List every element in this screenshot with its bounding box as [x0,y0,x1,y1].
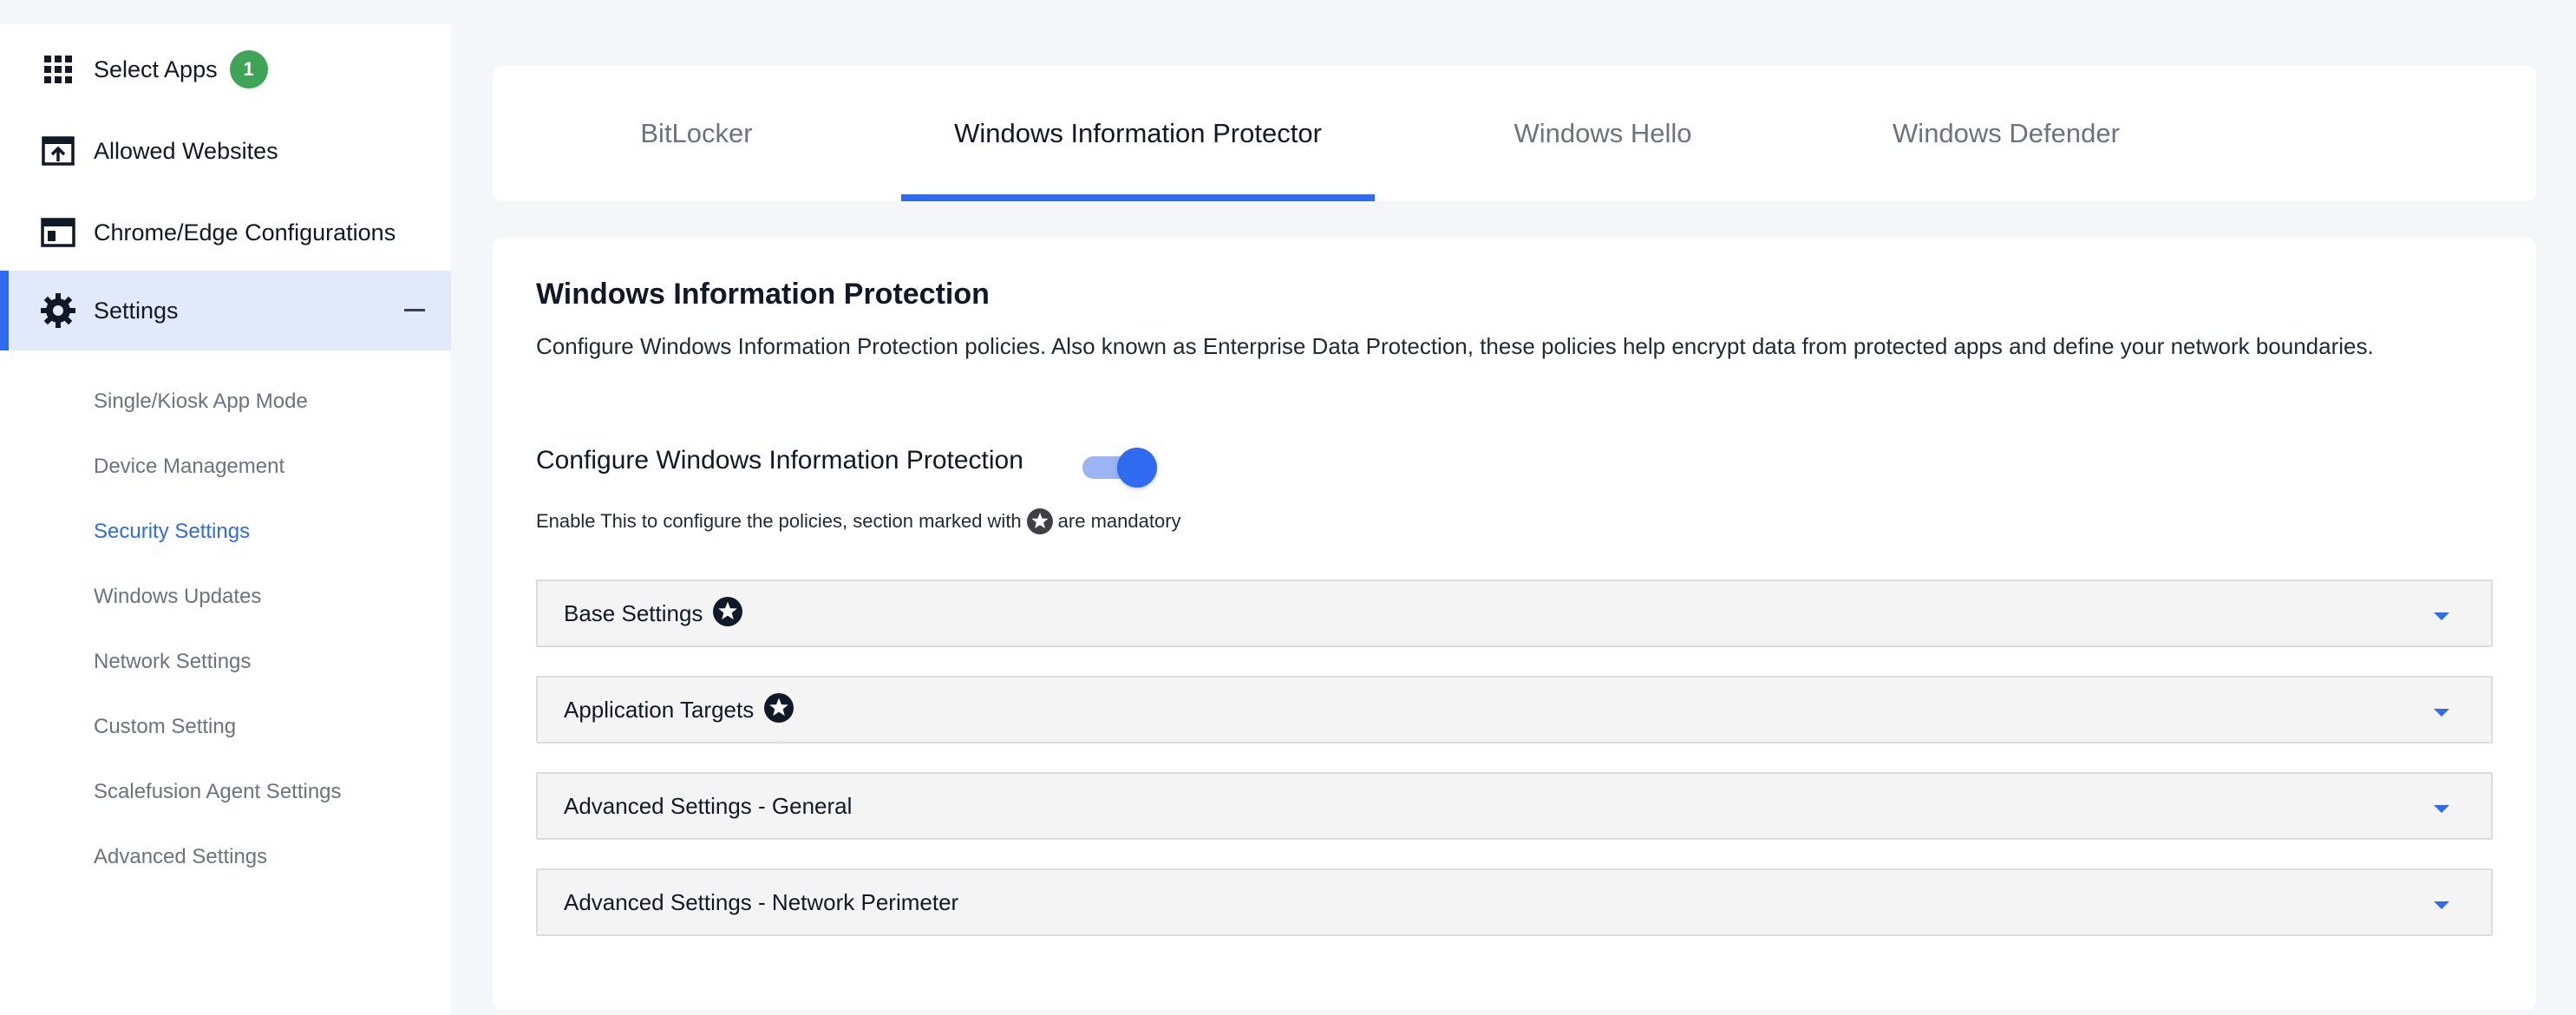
accordion-label: Application Targets [564,696,755,723]
accordion-application-targets[interactable]: Application Targets [536,676,2493,743]
star-icon [764,692,794,727]
chevron-down-icon [2434,901,2449,909]
sidebar-item-chrome-edge-configurations[interactable]: Chrome/Edge Configurations [0,193,451,272]
count-badge: 1 [229,50,268,88]
accordion-advanced-settings-general[interactable]: Advanced Settings - General [536,772,2493,840]
star-icon [713,596,743,631]
upload-window-icon [40,133,76,169]
chevron-down-icon [2434,709,2449,717]
sub-item-network-settings[interactable]: Network Settings [94,645,251,679]
chevron-down-icon [2434,805,2449,813]
sidebar-item-select-apps[interactable]: Select Apps 1 [0,29,451,109]
sidebar-item-label: Select Apps [94,56,218,82]
tab-windows-defender[interactable]: Windows Defender [1854,66,2158,201]
sub-item-single-kiosk-app-mode[interactable]: Single/Kiosk App Mode [94,384,308,419]
star-icon [1026,508,1053,534]
collapse-icon[interactable] [404,309,425,311]
hint-text-before: Enable This to configure the policies, s… [536,510,1022,532]
toggle-label: Configure Windows Information Protection [536,446,1023,475]
sub-item-security-settings[interactable]: Security Settings [94,514,250,549]
sub-item-advanced-settings[interactable]: Advanced Settings [94,840,267,874]
section-description: Configure Windows Information Protection… [536,333,2374,359]
toggle-knob [1117,448,1157,488]
accordion-label: Advanced Settings - Network Perimeter [564,888,959,915]
sidebar-item-label: Chrome/Edge Configurations [94,219,396,246]
gear-icon [40,292,76,329]
sidebar-item-label: Settings [94,297,179,324]
chevron-down-icon [2434,612,2449,620]
accordion-label: Advanced Settings - General [564,792,853,819]
tab-windows-hello[interactable]: Windows Hello [1473,66,1733,201]
sidebar-item-allowed-websites[interactable]: Allowed Websites [0,111,451,191]
grid-icon [40,51,76,88]
sub-item-scalefusion-agent-settings[interactable]: Scalefusion Agent Settings [94,775,342,809]
sub-item-device-management[interactable]: Device Management [94,449,284,484]
sub-item-windows-updates[interactable]: Windows Updates [94,580,261,614]
sidebar-item-settings[interactable]: Settings [0,271,451,350]
mandatory-hint: Enable This to configure the policies, s… [536,508,1181,534]
accordion-advanced-settings-network-perimeter[interactable]: Advanced Settings - Network Perimeter [536,868,2493,936]
configure-wip-toggle[interactable] [1082,448,1157,488]
accordion-base-settings[interactable]: Base Settings [536,580,2493,647]
section-title: Windows Information Protection [536,278,990,311]
content-panel: Windows Information Protection Configure… [493,238,2536,1010]
tab-windows-information-protector[interactable]: Windows Information Protector [901,66,1375,201]
hint-text-after: are mandatory [1057,510,1181,532]
browser-window-icon [40,214,76,251]
tab-bitlocker[interactable]: BitLocker [588,66,805,201]
tab-bar: BitLocker Windows Information Protector … [493,66,2536,201]
sidebar: Select Apps 1 Allowed Websites Chrome/Ed… [0,24,451,1015]
sidebar-item-label: Allowed Websites [94,137,278,164]
accordion-label: Base Settings [564,599,703,626]
sub-item-custom-setting[interactable]: Custom Setting [94,710,236,744]
